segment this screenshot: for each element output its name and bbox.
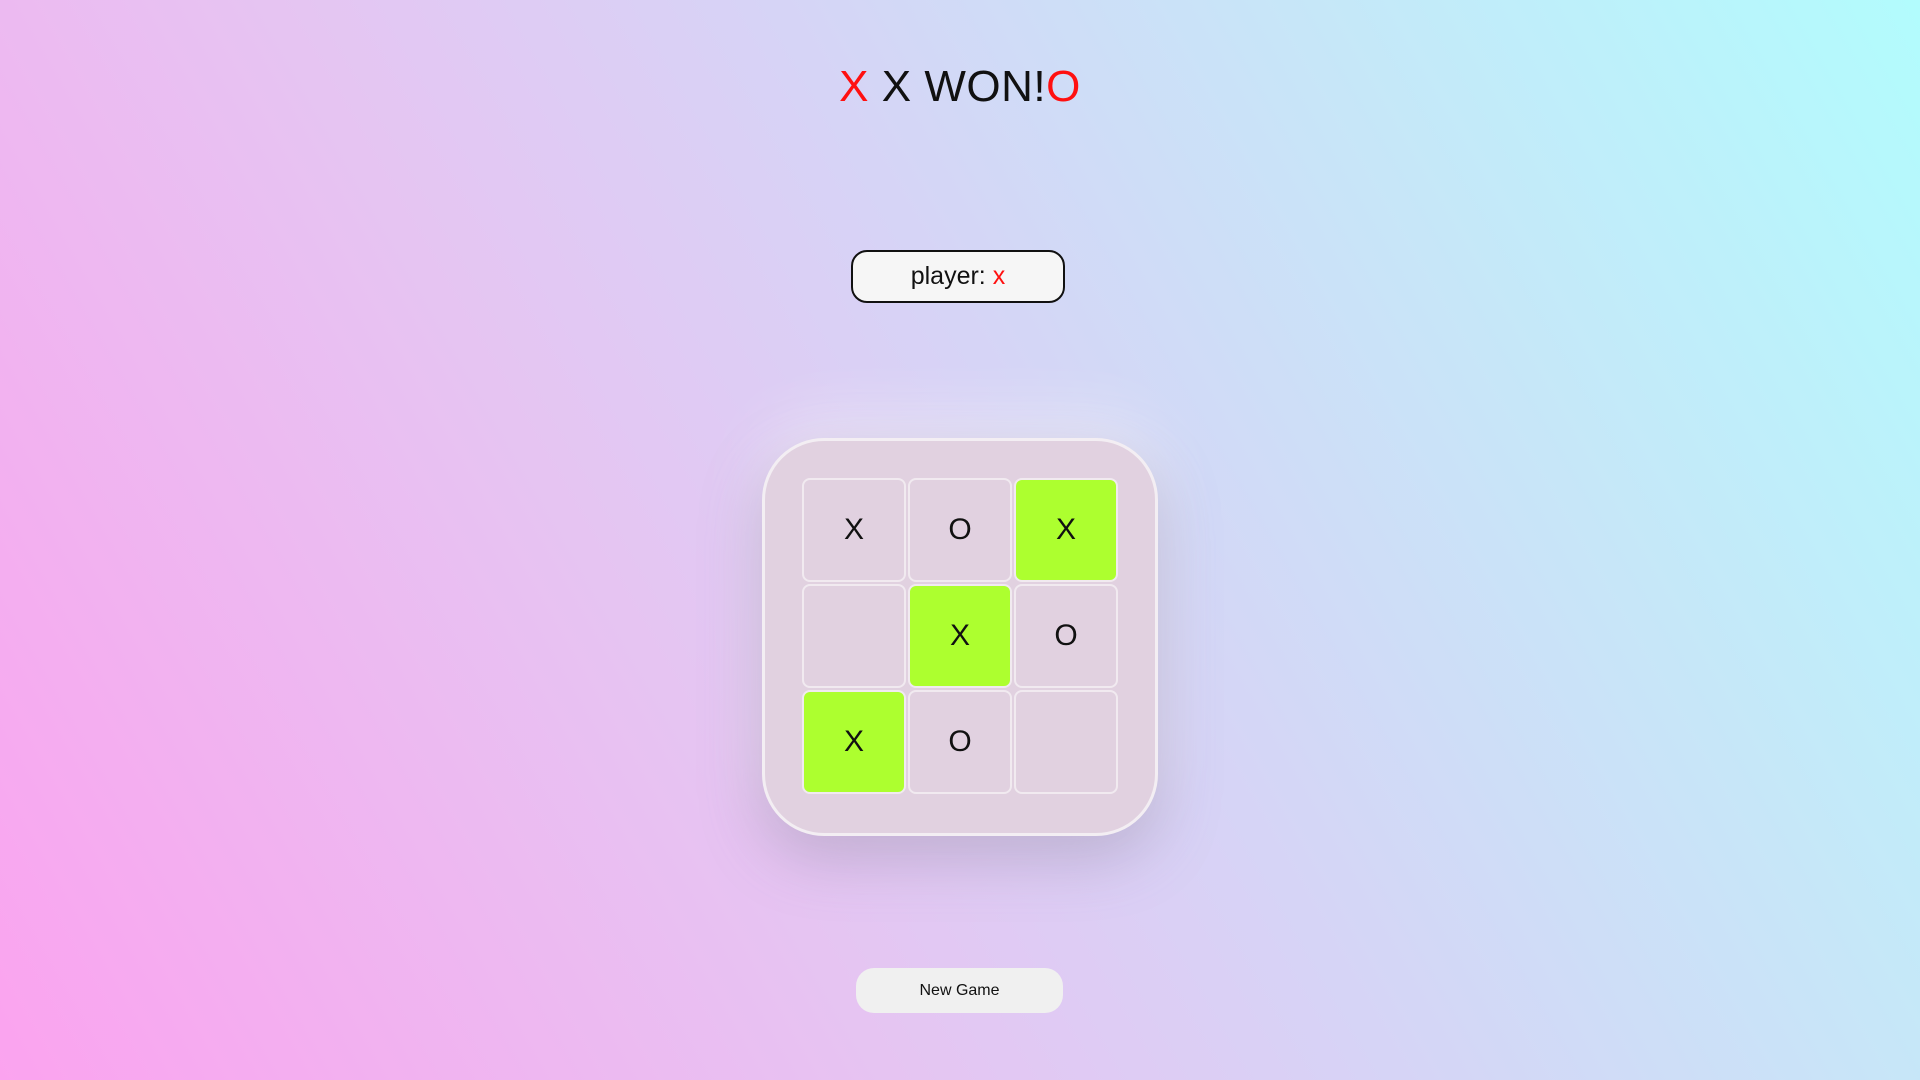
player-value: x bbox=[992, 262, 1006, 290]
board-cell-winning[interactable]: X bbox=[908, 584, 1012, 688]
current-player-indicator: player: x bbox=[851, 250, 1065, 303]
board-cell[interactable]: O bbox=[908, 690, 1012, 794]
board-cell-winning[interactable]: X bbox=[802, 690, 906, 794]
board-cell[interactable]: X bbox=[802, 478, 906, 582]
board-cell[interactable] bbox=[1014, 690, 1118, 794]
o-mark-logo: O bbox=[1046, 62, 1081, 111]
board-cell[interactable]: O bbox=[908, 478, 1012, 582]
game-status-title: X X WON!O bbox=[0, 62, 1920, 112]
board-cell-winning[interactable]: X bbox=[1014, 478, 1118, 582]
x-mark-logo: X bbox=[839, 62, 870, 111]
board-cell[interactable] bbox=[802, 584, 906, 688]
board-grid: X O X X O X O bbox=[802, 478, 1118, 794]
new-game-button[interactable]: New Game bbox=[856, 968, 1063, 1013]
board-cell[interactable]: O bbox=[1014, 584, 1118, 688]
winner-message: X WON! bbox=[881, 62, 1047, 111]
player-label: player: bbox=[910, 262, 986, 290]
game-board: X O X X O X O bbox=[762, 438, 1158, 836]
